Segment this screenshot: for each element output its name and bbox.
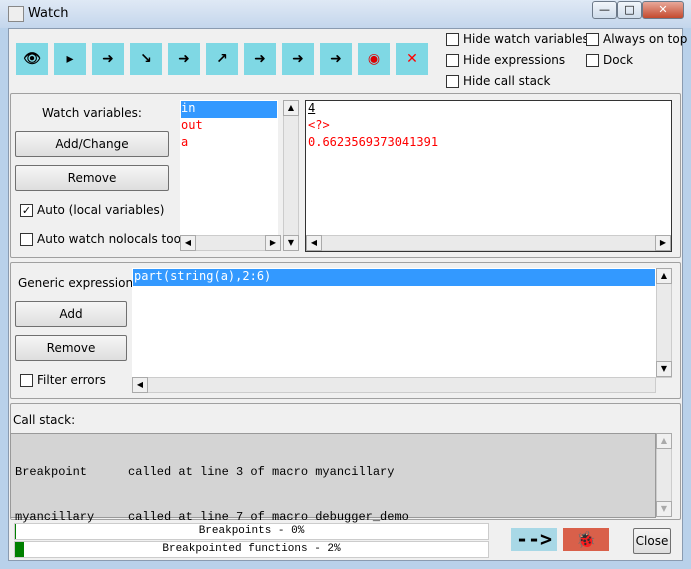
watch-vscrollbar[interactable] [283, 100, 299, 251]
auto-local-checkbox[interactable]: ✓ [20, 204, 33, 217]
variable-list[interactable]: in out a [180, 100, 278, 236]
arrow-button[interactable]: --> [511, 528, 557, 551]
expression-hscrollbar[interactable] [132, 377, 656, 393]
always-on-top-label: Always on top [603, 32, 688, 46]
scroll-left-arrow[interactable]: ◀ [306, 235, 322, 251]
remove-watch-button[interactable]: Remove [15, 165, 169, 191]
run-to-cursor-icon[interactable]: ➜ [282, 43, 314, 75]
maximize-button[interactable]: □ [617, 1, 642, 19]
run-out-icon[interactable]: ↗ [206, 43, 238, 75]
value-item: 4 [308, 101, 316, 115]
scroll-right-arrow[interactable]: ▶ [265, 235, 281, 251]
close-window-button[interactable]: ✕ [642, 1, 684, 19]
value-hscrollbar[interactable] [306, 235, 671, 251]
hide-watch-label: Hide watch variables [463, 32, 589, 46]
scroll-left-arrow[interactable]: ◀ [132, 377, 148, 393]
frame-name: Breakpoint [15, 465, 88, 479]
breakpoints-progress-fill [15, 524, 16, 539]
add-change-button[interactable]: Add/Change [15, 131, 169, 157]
dock-label: Dock [603, 53, 634, 67]
step-over-icon[interactable]: ➜ [168, 43, 200, 75]
dock-checkbox[interactable] [586, 54, 599, 67]
value-item: 0.6623569373041391 [308, 135, 439, 149]
scroll-down-arrow[interactable]: ▼ [656, 361, 672, 377]
run-icon[interactable]: ➜ [244, 43, 276, 75]
auto-nolocals-label: Auto watch nolocals too [37, 232, 181, 246]
variable-item[interactable]: out [181, 118, 277, 135]
scroll-up-arrow[interactable]: ▲ [656, 433, 672, 449]
hide-stack-label: Hide call stack [463, 74, 551, 88]
value-list[interactable]: 4 <?> 0.6623569373041391 [305, 100, 672, 252]
app-icon [8, 6, 24, 22]
hide-watch-checkbox[interactable] [446, 33, 459, 46]
debug-bug-button[interactable]: 🐞 [563, 528, 609, 551]
stop-icon[interactable]: ◉ [358, 43, 390, 75]
hide-stack-checkbox[interactable] [446, 75, 459, 88]
step-icon[interactable]: ▸ [54, 43, 86, 75]
scroll-up-arrow[interactable]: ▲ [283, 100, 299, 116]
scroll-down-arrow[interactable]: ▼ [283, 235, 299, 251]
frame-desc: called at line 3 of macro myancillary [128, 465, 395, 479]
breakpoints-progress: Breakpoints - 0% [14, 523, 489, 540]
breakpoints-progress-text: Breakpoints - 0% [198, 525, 305, 537]
always-on-top-checkbox[interactable] [586, 33, 599, 46]
scroll-left-arrow[interactable]: ◀ [180, 235, 196, 251]
variable-item[interactable]: in [181, 101, 277, 118]
generic-expressions-label: Generic expressions: [18, 276, 144, 290]
auto-local-label: Auto (local variables) [37, 203, 165, 217]
hide-expr-label: Hide expressions [463, 53, 566, 67]
value-item: <?> [308, 118, 330, 132]
filter-errors-checkbox[interactable] [20, 374, 33, 387]
functions-progress-fill [15, 542, 25, 557]
ladybug-icon: 🐞 [576, 530, 596, 549]
step-into-icon[interactable]: ➜ [92, 43, 124, 75]
title-bar: Watch — □ ✕ [0, 0, 691, 28]
hide-expr-checkbox[interactable] [446, 54, 459, 67]
expression-list[interactable]: part(string(a),2:6) [132, 268, 656, 378]
functions-progress-text: Breakpointed functions - 2% [162, 543, 341, 555]
close-button[interactable]: Close [633, 528, 671, 554]
call-stack-label: Call stack: [13, 413, 76, 427]
watch-eye-icon[interactable]: 👁 [16, 43, 48, 75]
continue-icon[interactable]: ➜ [320, 43, 352, 75]
minimize-button[interactable]: — [592, 1, 617, 19]
step-out-icon[interactable]: ↘ [130, 43, 162, 75]
clear-breakpoints-icon[interactable]: ✕ [396, 43, 428, 75]
scroll-up-arrow[interactable]: ▲ [656, 268, 672, 284]
add-expression-button[interactable]: Add [15, 301, 127, 327]
watch-variables-label: Watch variables: [42, 106, 142, 120]
window-title: Watch [28, 6, 69, 21]
scroll-right-arrow[interactable]: ▶ [655, 235, 671, 251]
call-stack-row[interactable]: Breakpoint called at line 3 of macro myan… [15, 465, 655, 482]
call-stack-list[interactable]: Breakpoint called at line 3 of macro myan… [10, 433, 656, 524]
expression-item[interactable]: part(string(a),2:6) [133, 269, 655, 286]
filter-errors-label: Filter errors [37, 373, 106, 387]
scroll-down-arrow[interactable]: ▼ [656, 501, 672, 517]
auto-nolocals-checkbox[interactable] [20, 233, 33, 246]
variable-item[interactable]: a [181, 135, 277, 152]
remove-expression-button[interactable]: Remove [15, 335, 127, 361]
functions-progress: Breakpointed functions - 2% [14, 541, 489, 558]
